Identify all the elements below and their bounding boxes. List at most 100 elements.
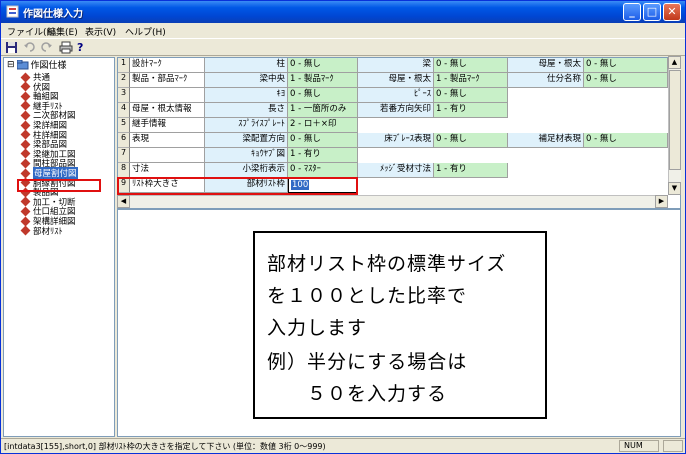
vertical-scrollbar[interactable]: ▲ ▼: [668, 56, 681, 195]
field-value-text: 0 - 無し: [586, 59, 617, 69]
field-value-dropdown[interactable]: 0 - 無し: [434, 133, 508, 148]
grid-row-highlight: [117, 177, 358, 195]
row-number: 5: [118, 118, 130, 133]
undo-icon[interactable]: [23, 41, 37, 54]
tree-item[interactable]: 部材ﾘｽﾄ: [20, 225, 63, 237]
field-key: 小梁桁表示: [205, 163, 288, 178]
scroll-right-icon[interactable]: ▶: [655, 195, 668, 208]
field-key: 床ﾌﾞﾚｰｽ表現: [358, 133, 434, 148]
field-value-dropdown[interactable]: 2 - ロ＋×印: [288, 118, 358, 133]
field-key: 梁配置方向: [205, 133, 288, 148]
window-title: 作図仕様入力: [23, 9, 83, 20]
field-value-text: 0 - 無し: [290, 59, 321, 69]
menu-help[interactable]: ヘルプ(H): [125, 25, 166, 38]
field-value-dropdown[interactable]: 1 - 一箇所のみ: [288, 103, 358, 118]
field-key: 梁: [358, 58, 434, 73]
scroll-down-icon[interactable]: ▼: [668, 182, 681, 195]
app-icon: [6, 5, 19, 18]
diamond-icon: [20, 129, 31, 140]
field-value-text: 0 - 無し: [290, 89, 321, 99]
field-key: 梁中央: [205, 73, 288, 88]
field-key: 若番方向矢印: [358, 103, 434, 118]
diamond-icon: [20, 110, 31, 121]
field-key: 仕分名称: [508, 73, 584, 88]
row-label: 設計ﾏｰｸ: [130, 58, 205, 73]
field-value-dropdown[interactable]: 0 - ﾏｽﾀｰ: [288, 163, 358, 178]
field-key: ﾒｯｼﾞ受材寸法: [358, 163, 434, 178]
horizontal-scrollbar[interactable]: ◀ ▶: [117, 195, 668, 208]
field-value-dropdown[interactable]: 0 - 無し: [584, 73, 668, 88]
scroll-up-icon[interactable]: ▲: [668, 56, 681, 69]
field-value-dropdown[interactable]: 1 - 有り: [434, 103, 508, 118]
print-icon[interactable]: [59, 41, 73, 54]
field-value-text: 1 - 製品ﾏｰｸ: [290, 74, 334, 84]
scroll-thumb[interactable]: [669, 70, 681, 170]
row-label: 継手情報: [130, 118, 205, 133]
title-bar[interactable]: 作図仕様入力 _ □ ✕: [1, 1, 685, 23]
field-value-text: 2 - ロ＋×印: [290, 119, 337, 129]
field-value-dropdown[interactable]: 0 - 無し: [434, 88, 508, 103]
diamond-icon: [20, 168, 31, 178]
diamond-icon: [20, 225, 31, 236]
row-number: 7: [118, 148, 130, 163]
diamond-icon: [20, 216, 31, 226]
redo-icon[interactable]: [39, 41, 53, 54]
row-label: 製品・部品ﾏｰｸ: [130, 73, 205, 88]
toolbar: ?: [1, 38, 685, 56]
tree-root[interactable]: ⊟ 作図仕様: [7, 59, 67, 71]
row-label: 母屋・根太情報: [130, 103, 205, 118]
field-value-text: 1 - 有り: [436, 104, 467, 114]
field-value-dropdown[interactable]: 0 - 無し: [288, 133, 358, 148]
tree-item-label: 部材ﾘｽﾄ: [33, 226, 63, 237]
field-value-text: 1 - 有り: [436, 164, 467, 174]
row-label: 表現: [130, 133, 205, 148]
field-value-text: 1 - 製品ﾏｰｸ: [436, 74, 480, 84]
diamond-icon: [20, 158, 31, 169]
menu-edit[interactable]: 編集(E): [47, 25, 78, 38]
field-value-dropdown[interactable]: 1 - 製品ﾏｰｸ: [434, 73, 508, 88]
field-value-dropdown[interactable]: 1 - 製品ﾏｰｸ: [288, 73, 358, 88]
tree-selection-highlight: [17, 179, 101, 192]
diamond-icon: [20, 196, 31, 207]
help-box: 部材リスト枠の標準サイズ を１００とした比率で 入力します 例）半分にする場合は…: [253, 231, 547, 419]
tree-root-label: 作図仕様: [30, 61, 67, 71]
field-value-text: 0 - 無し: [436, 59, 467, 69]
field-key: ｷﾖ: [205, 88, 288, 103]
diamond-icon: [20, 206, 31, 217]
scroll-left-icon[interactable]: ◀: [117, 195, 130, 208]
field-value-text: 0 - ﾏｽﾀｰ: [290, 164, 321, 174]
help-icon[interactable]: ?: [77, 41, 91, 54]
resize-grip[interactable]: [663, 440, 683, 452]
diamond-icon: [20, 81, 31, 92]
field-value-dropdown[interactable]: 0 - 無し: [584, 58, 668, 73]
status-text: [intdata3[155],short,0] 部材ﾘｽﾄ枠の大きさを指定して下…: [4, 442, 326, 451]
row-number: 1: [118, 58, 130, 73]
field-value-dropdown[interactable]: 1 - 有り: [288, 148, 358, 163]
help-line-2: を１００とした比率で: [267, 285, 468, 307]
field-value-dropdown[interactable]: 1 - 有り: [434, 163, 508, 178]
help-line-4: 例）半分にする場合は: [267, 351, 468, 373]
collapse-icon[interactable]: ⊟: [7, 60, 15, 70]
row-number: 2: [118, 73, 130, 88]
status-bar: [intdata3[155],short,0] 部材ﾘｽﾄ枠の大きさを指定して下…: [1, 438, 685, 453]
close-button[interactable]: ✕: [663, 3, 681, 21]
row-number: 3: [118, 88, 130, 103]
field-key: 長さ: [205, 103, 288, 118]
field-value-text: 0 - 無し: [586, 134, 617, 144]
row-number: 4: [118, 103, 130, 118]
field-value-dropdown[interactable]: 0 - 無し: [288, 88, 358, 103]
diamond-icon: [20, 148, 31, 159]
field-value-dropdown[interactable]: 0 - 無し: [584, 133, 668, 148]
save-icon[interactable]: [5, 41, 19, 54]
field-value-dropdown[interactable]: 0 - 無し: [434, 58, 508, 73]
field-key: ﾋﾟｰｽ: [358, 88, 434, 103]
folder-icon: [16, 59, 29, 69]
minimize-button[interactable]: _: [623, 3, 641, 21]
diamond-icon: [20, 100, 31, 111]
row-number: 8: [118, 163, 130, 178]
maximize-button[interactable]: □: [643, 3, 661, 21]
help-panel: 部材リスト枠の標準サイズ を１００とした比率で 入力します 例）半分にする場合は…: [117, 209, 681, 437]
field-value-dropdown[interactable]: 0 - 無し: [288, 58, 358, 73]
row-label: [130, 88, 205, 103]
menu-view[interactable]: 表示(V): [85, 25, 116, 38]
